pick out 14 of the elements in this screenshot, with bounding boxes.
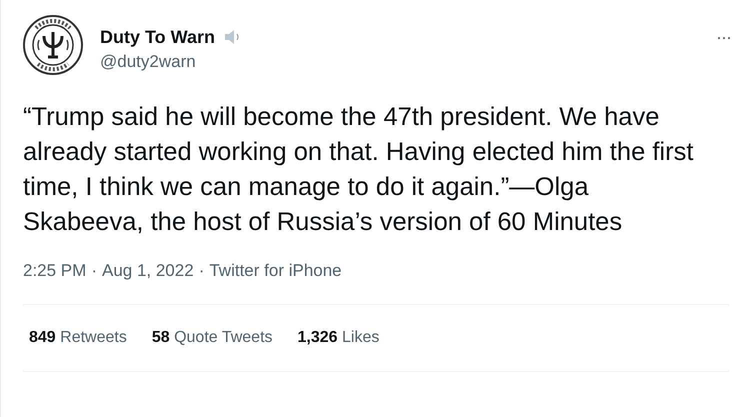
separator-dot: · [198, 260, 204, 282]
seal-logo-icon [22, 14, 84, 76]
author-handle[interactable]: @duty2warn [100, 51, 241, 73]
tweet-source[interactable]: Twitter for iPhone [209, 260, 342, 282]
tweet-time[interactable]: 2:25 PM [23, 260, 86, 282]
tweet-date[interactable]: Aug 1, 2022 [102, 260, 194, 282]
more-button[interactable]: ··· [716, 32, 731, 42]
stat-link[interactable]: 58 Quote Tweets [152, 328, 273, 348]
tweet-text: “Trump said he will become the 47th president. We have already started working on that. Having elected him the first time, I think we can manage to do it again.”—Olga Skabeeva, the host of Russia’s version of 60 Minutes [22, 102, 694, 238]
separator-dot: · [91, 260, 97, 282]
author-name[interactable]: Duty To Warn [100, 26, 215, 48]
speaker-icon [223, 28, 241, 46]
stat-link[interactable]: 1,326 Likes [298, 328, 380, 348]
stat-link[interactable]: 849 Retweets [29, 328, 127, 348]
